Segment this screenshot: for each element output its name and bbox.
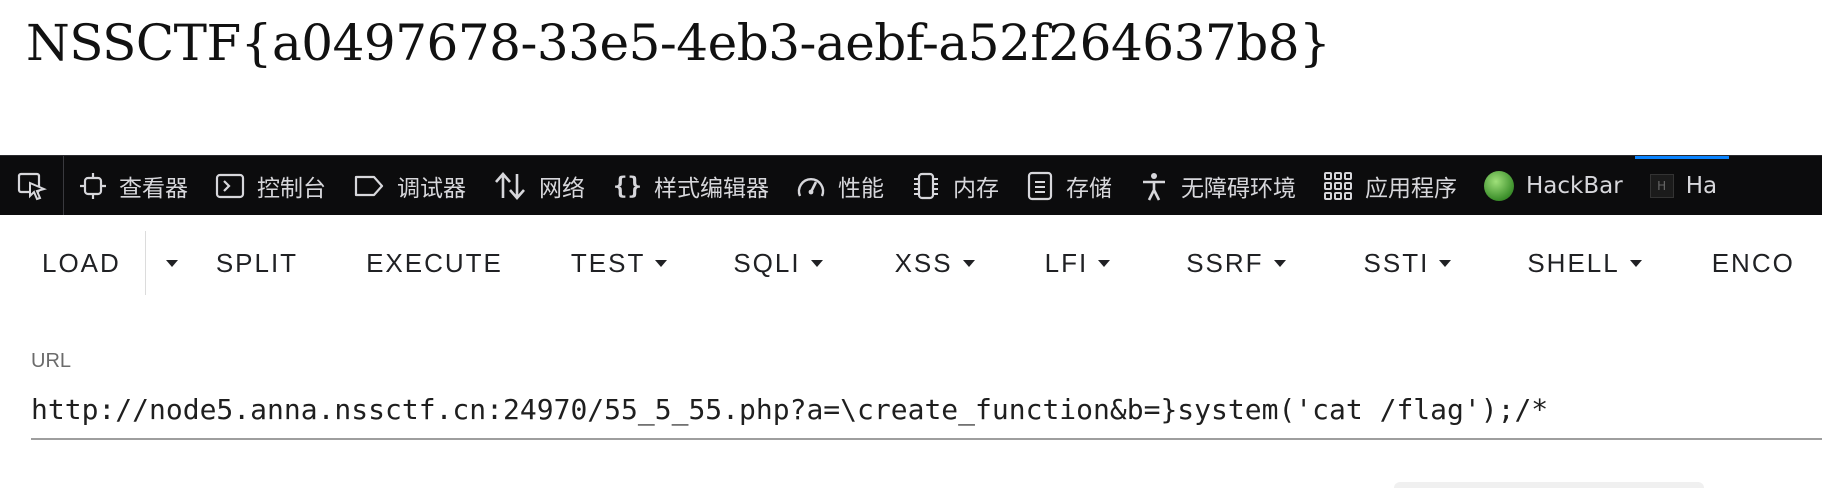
chevron-down-icon: [655, 259, 668, 267]
test-menu-label: TEST: [570, 247, 646, 278]
chevron-down-icon: [165, 259, 178, 267]
lfi-menu-label: LFI: [1044, 247, 1089, 278]
application-icon: [1324, 171, 1352, 200]
encoding-menu-label: ENCO: [1711, 247, 1795, 278]
load-divider: [144, 231, 146, 295]
ssti-menu-label: SSTI: [1363, 247, 1430, 278]
tab-style-editor[interactable]: {} 样式编辑器: [597, 156, 781, 215]
tab-style-editor-label: 样式编辑器: [654, 175, 769, 202]
element-picker-button[interactable]: [0, 156, 64, 215]
tab-accessibility[interactable]: 无障碍环境: [1124, 156, 1308, 215]
svg-text:{}: {}: [613, 172, 642, 200]
tab-memory[interactable]: 内存: [896, 156, 1011, 215]
hackbar-v2-icon: H: [1649, 173, 1674, 198]
sqli-menu[interactable]: SQLI: [733, 228, 823, 298]
flag-output-text: NSSCTF{a0497678-33e5-4eb3-aebf-a52f26463…: [26, 14, 1331, 72]
tab-debugger-label: 调试器: [397, 175, 466, 202]
inspector-icon: [80, 172, 106, 199]
encoding-menu[interactable]: ENCO: [1712, 228, 1795, 298]
execute-button-label: EXECUTE: [366, 247, 503, 278]
tab-console[interactable]: 控制台: [200, 156, 338, 215]
tab-performance[interactable]: 性能: [781, 156, 896, 215]
split-button-label: SPLIT: [215, 247, 299, 278]
tab-memory-label: 内存: [953, 175, 999, 202]
tab-performance-label: 性能: [838, 175, 884, 202]
console-icon: [215, 173, 245, 198]
tab-network-label: 网络: [539, 175, 585, 202]
tab-hackbar[interactable]: HackBar: [1469, 156, 1635, 215]
ssrf-menu-label: SSRF: [1186, 247, 1264, 278]
ssrf-menu[interactable]: SSRF: [1186, 228, 1286, 298]
tab-hackbar-v2[interactable]: H Ha: [1634, 156, 1730, 215]
tab-application-label: 应用程序: [1365, 175, 1457, 202]
debugger-icon: [354, 175, 384, 196]
style-editor-icon: {}: [613, 172, 642, 200]
hackbar-toolbar: LOAD SPLIT EXECUTE TEST SQLI XSS LFI SSR…: [0, 228, 1822, 298]
lfi-menu[interactable]: LFI: [1045, 228, 1111, 298]
chevron-down-icon: [1629, 259, 1642, 267]
tab-hackbar-v2-label: Ha: [1685, 172, 1718, 199]
xss-menu[interactable]: XSS: [895, 228, 975, 298]
load-button[interactable]: LOAD: [42, 228, 121, 298]
load-button-label: LOAD: [42, 247, 121, 278]
load-options-dropdown[interactable]: [162, 228, 182, 298]
tab-accessibility-label: 无障碍环境: [1181, 175, 1296, 202]
tab-inspector[interactable]: 查看器: [64, 156, 200, 215]
tab-storage-label: 存储: [1066, 175, 1112, 202]
url-input[interactable]: http://node5.anna.nssctf.cn:24970/55_5_5…: [31, 388, 1822, 440]
tab-application[interactable]: 应用程序: [1308, 156, 1469, 215]
tab-console-label: 控制台: [257, 175, 326, 202]
tab-network[interactable]: 网络: [478, 156, 597, 215]
tab-storage[interactable]: 存储: [1011, 156, 1124, 215]
chevron-down-icon: [962, 259, 975, 267]
tab-debugger[interactable]: 调试器: [338, 156, 478, 215]
bottom-panel-edge: [1394, 482, 1704, 488]
split-button[interactable]: SPLIT: [216, 228, 298, 298]
network-icon: [495, 171, 525, 200]
xss-menu-label: XSS: [894, 247, 953, 278]
hackbar-icon: [1484, 170, 1514, 201]
tab-hackbar-label: HackBar: [1526, 172, 1623, 199]
chevron-down-icon: [1439, 259, 1452, 267]
chevron-down-icon: [1098, 259, 1111, 267]
tab-inspector-label: 查看器: [119, 175, 188, 202]
element-picker-icon: [17, 172, 47, 200]
execute-button[interactable]: EXECUTE: [366, 228, 503, 298]
chevron-down-icon: [810, 259, 823, 267]
storage-icon: [1027, 171, 1053, 200]
shell-menu[interactable]: SHELL: [1527, 228, 1642, 298]
shell-menu-label: SHELL: [1527, 247, 1620, 278]
accessibility-icon: [1143, 172, 1165, 201]
performance-icon: [797, 177, 825, 196]
memory-icon: [914, 172, 938, 199]
url-label: URL: [31, 350, 72, 372]
test-menu[interactable]: TEST: [570, 228, 668, 298]
devtools-toolbar: 查看器 控制台 调试器 网络 {} 样式编辑器 性能 内存 存储 无障碍环境 应…: [0, 155, 1822, 215]
sqli-menu-label: SQLI: [733, 247, 801, 278]
chevron-down-icon: [1273, 259, 1286, 267]
ssti-menu[interactable]: SSTI: [1364, 228, 1452, 298]
